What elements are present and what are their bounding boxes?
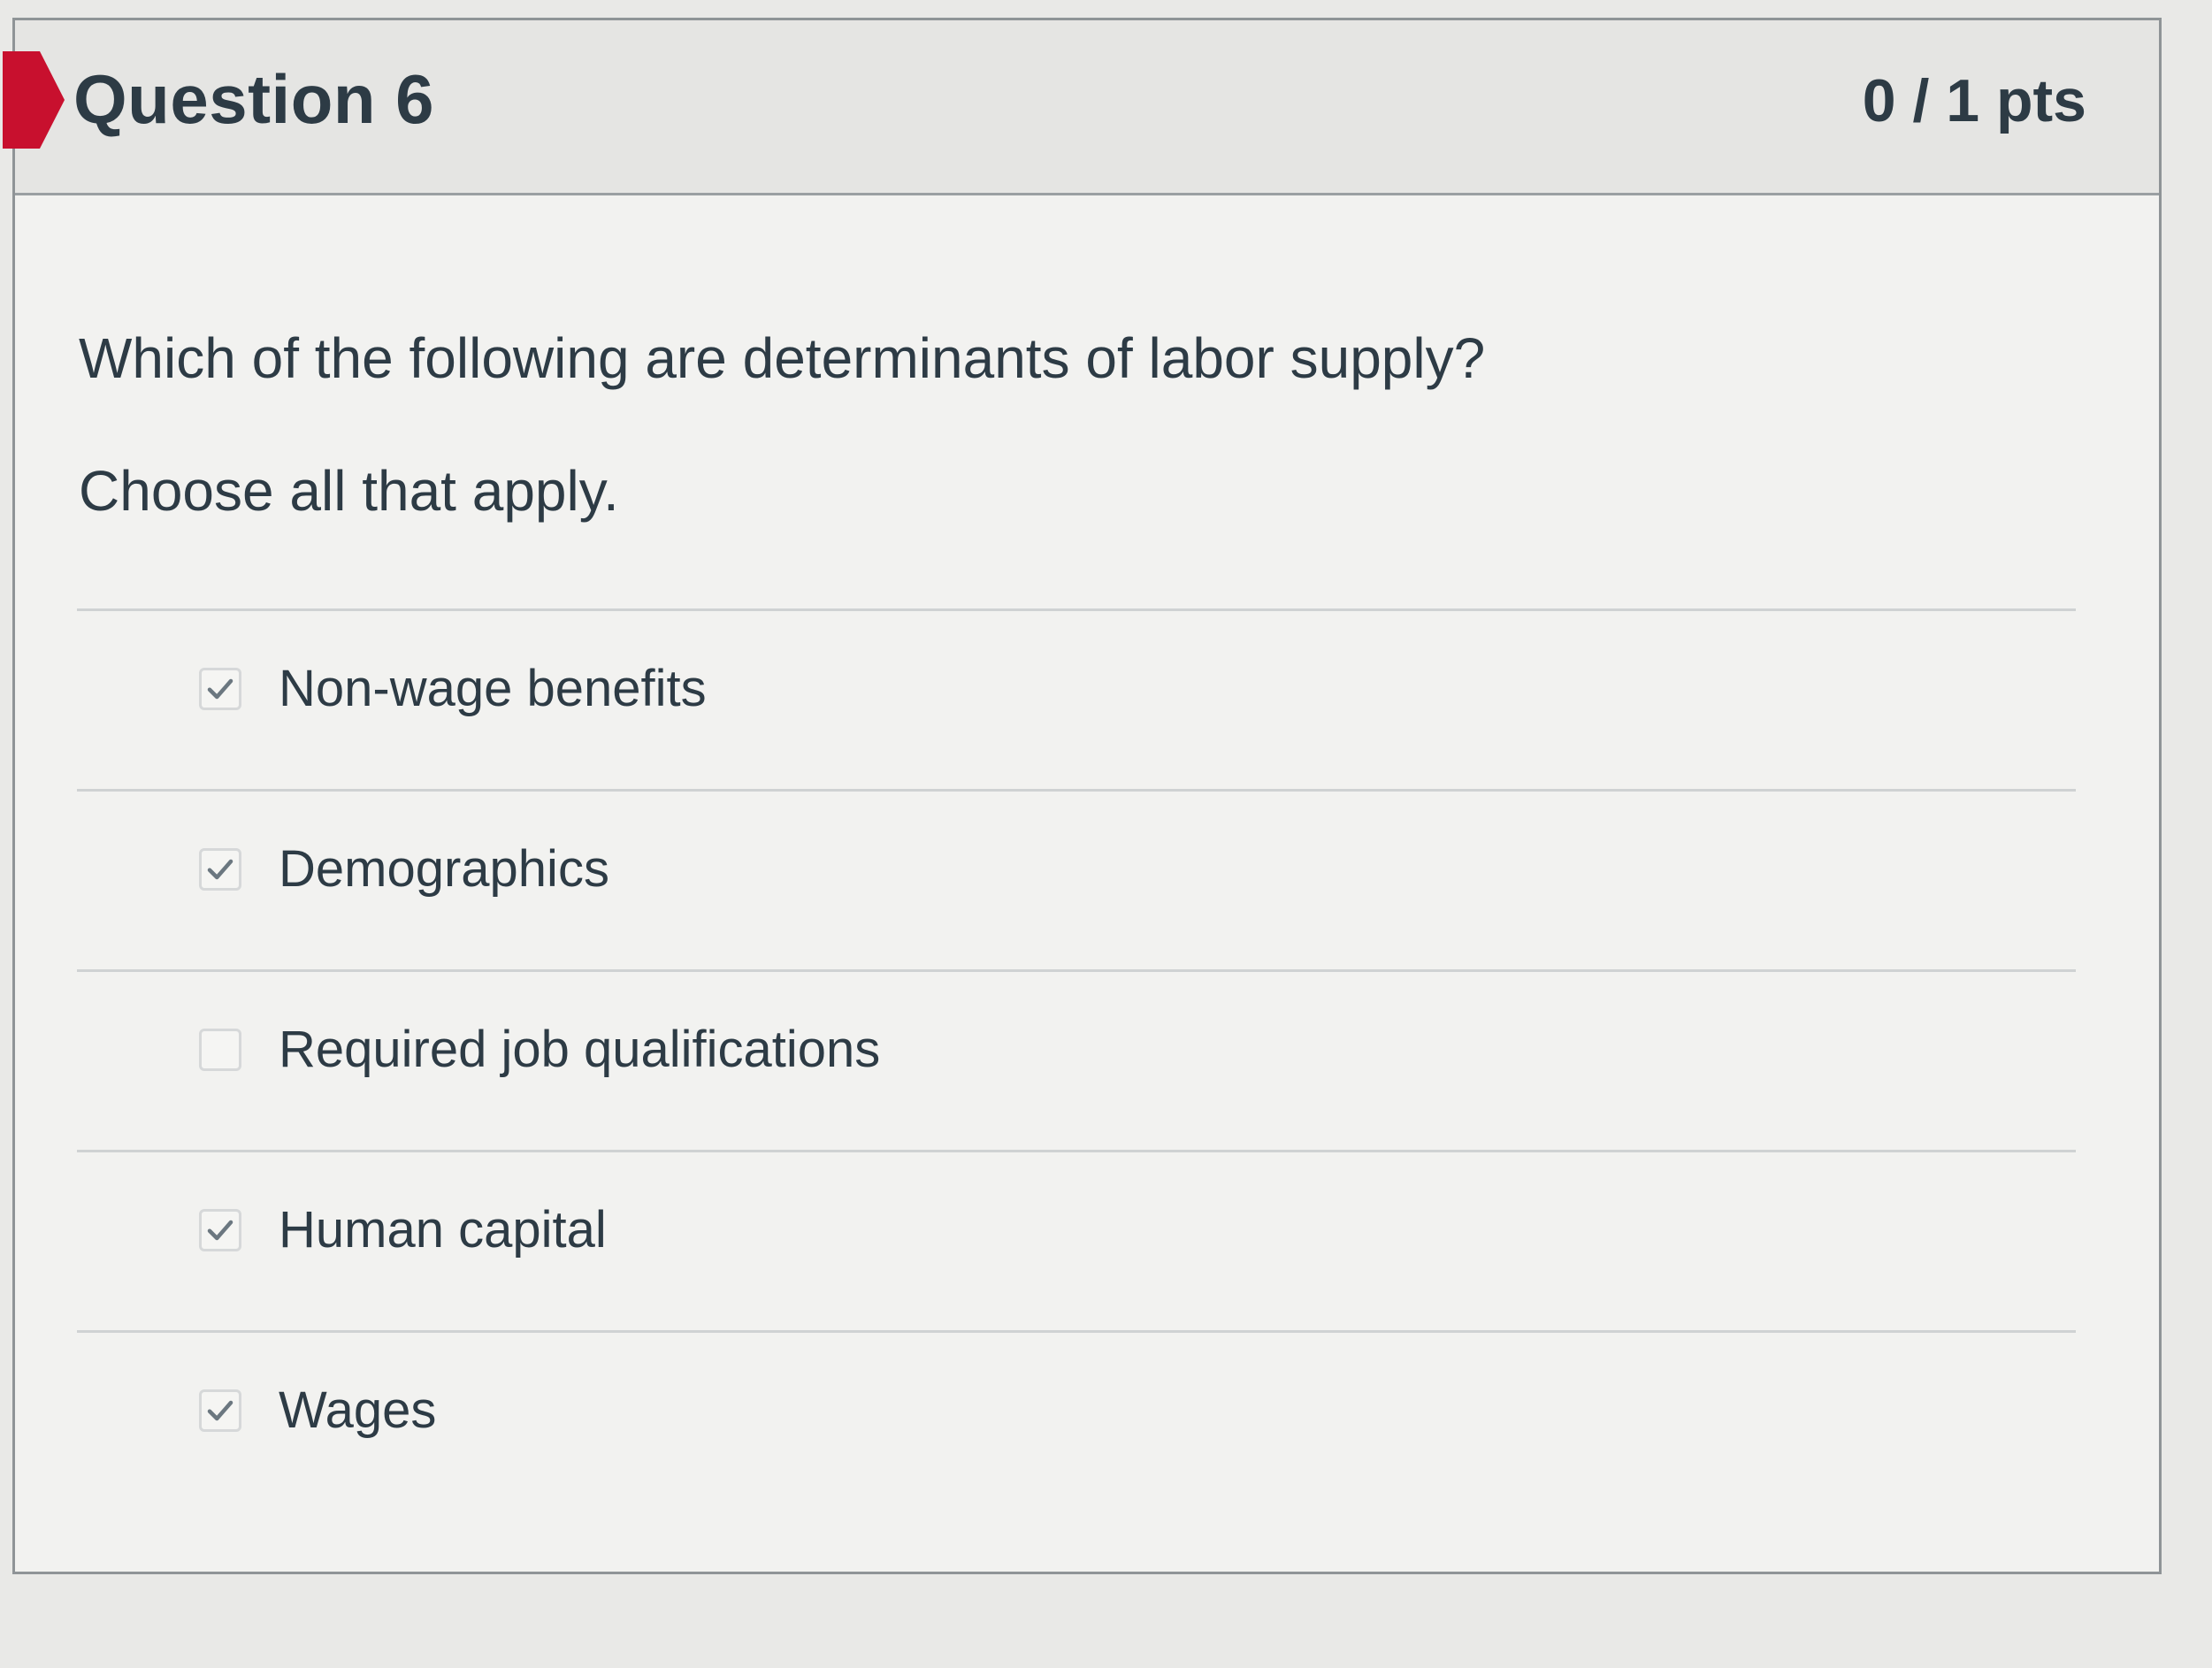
question-title: Question 6 bbox=[73, 60, 435, 138]
answer-label: Non-wage benefits bbox=[279, 660, 707, 717]
check-icon bbox=[207, 859, 233, 880]
check-icon bbox=[207, 1220, 233, 1241]
answer-label: Required job qualifications bbox=[279, 1021, 881, 1078]
check-icon bbox=[207, 678, 233, 700]
answers-list: Non-wage benefits Demographics Required … bbox=[77, 608, 2076, 1511]
answer-option[interactable]: Non-wage benefits bbox=[77, 608, 2076, 789]
question-text: Which of the following are determinants … bbox=[79, 326, 1486, 390]
answer-label: Wages bbox=[279, 1381, 437, 1439]
incorrect-flag-icon bbox=[3, 51, 65, 149]
question-card: Question 6 0 / 1 pts Which of the follow… bbox=[3, 18, 2162, 1574]
answer-checkbox[interactable] bbox=[199, 1209, 241, 1251]
answer-checkbox[interactable] bbox=[199, 1389, 241, 1432]
answer-label: Human capital bbox=[279, 1201, 607, 1259]
question-instruction: Choose all that apply. bbox=[79, 459, 619, 523]
question-header: Question 6 0 / 1 pts bbox=[3, 20, 2159, 195]
answer-label: Demographics bbox=[279, 840, 609, 898]
answer-option[interactable]: Human capital bbox=[77, 1150, 2076, 1330]
question-points: 0 / 1 pts bbox=[1862, 67, 2086, 134]
answer-option[interactable]: Wages bbox=[77, 1330, 2076, 1511]
answer-option[interactable]: Demographics bbox=[77, 789, 2076, 969]
check-icon bbox=[207, 1400, 233, 1421]
answer-checkbox[interactable] bbox=[199, 668, 241, 710]
answer-checkbox[interactable] bbox=[199, 848, 241, 891]
answer-option[interactable]: Required job qualifications bbox=[77, 969, 2076, 1150]
answer-checkbox[interactable] bbox=[199, 1029, 241, 1071]
